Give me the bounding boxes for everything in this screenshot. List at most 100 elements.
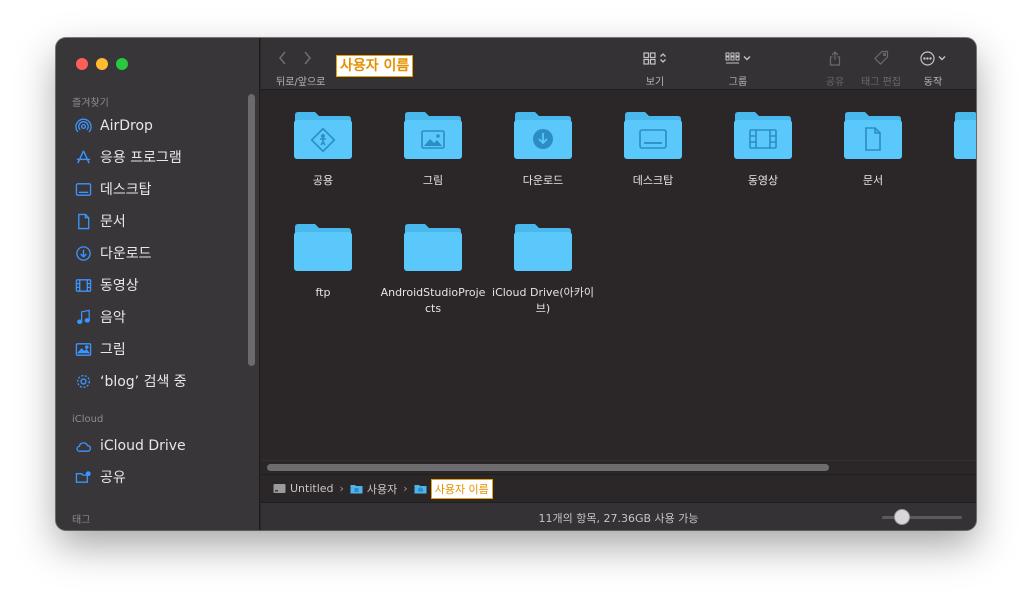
minimize-button[interactable] [96,58,108,70]
close-button[interactable] [76,58,88,70]
path-segment-home[interactable]: 사용자 이름 [414,478,493,499]
folder-item[interactable]: ftp [268,221,378,301]
sidebar-item-desktop[interactable]: 데스크탑 [74,177,246,201]
forward-button[interactable] [301,50,313,70]
cloud-icon [74,437,92,455]
document-folder-icon [844,112,902,159]
file-name: 문서 [862,174,884,187]
status-text: 11개의 항목, 27.36GB 사용 가능 [538,512,699,525]
path-separator: › [339,482,344,495]
tag-icon [874,50,889,65]
sidebar-item-label: 동영상 [100,278,139,294]
edit-tags-button[interactable]: 태그 편집 [857,48,905,88]
back-button[interactable] [277,50,289,70]
sidebar-item-label: 그림 [100,342,126,358]
folder-item[interactable]: 다운로드 [488,109,598,189]
tag-label: 태그 편집 [861,77,901,88]
window-title: 사용자 이름 [336,55,414,77]
sidebar-item-documents[interactable]: 문서 [74,209,246,233]
sidebar-scrollbar[interactable] [248,94,255,366]
desktop-folder-icon [624,112,682,159]
favorites-section-title: 즐겨찾기 [72,98,109,109]
horizontal-scrollbar[interactable] [261,460,976,474]
airdrop-icon [74,117,92,135]
path-segment-users[interactable]: 사용자 [350,481,397,497]
share-button[interactable]: 공유 [821,48,849,88]
group-icon [725,52,740,63]
folder-icon [294,224,352,271]
folder-item[interactable]: iCloud Drive(아카이브) [488,221,598,317]
sidebar-item-label: 문서 [100,214,126,230]
group-button[interactable]: 그룹 [719,48,757,88]
music-folder-icon [954,112,976,159]
icloud-section-title: iCloud [72,414,104,425]
sidebar-item-downloads[interactable]: 다운로드 [74,241,246,265]
view-label: 보기 [645,77,665,88]
sidebar-item-music[interactable]: 음악 [74,305,246,329]
sidebar-item-label: iCloud Drive [100,438,186,454]
shared-folder-icon [74,468,92,486]
file-name: 그림 [422,174,444,187]
folder-item[interactable]: 문서 [818,109,928,189]
sidebar-item-shared[interactable]: 공유 [74,465,246,489]
sidebar-item-label: 다운로드 [100,246,152,262]
path-separator: › [403,482,408,495]
sidebar-item-label: AirDrop [100,118,153,134]
file-name: iCloud Drive(아카이브) [492,286,594,315]
file-name: 다운로드 [522,174,564,187]
zoom-button[interactable] [116,58,128,70]
sidebar-item-smart-search[interactable]: ‘blog’ 검색 중 [74,369,246,393]
view-button[interactable]: 보기 [633,48,677,88]
file-name: 음 [928,173,976,189]
file-name: 공용 [312,174,334,187]
sidebar-item-movies[interactable]: 동영상 [74,273,246,297]
action-label: 동작 [923,77,943,88]
desktop-icon [74,180,92,198]
download-folder-icon [514,112,572,159]
home-folder-icon [414,485,427,494]
status-bar: 11개의 항목, 27.36GB 사용 가능 [261,502,976,530]
file-name: ftp [315,286,331,299]
folder-item[interactable]: AndroidStudioProjects [378,221,488,317]
download-icon [74,244,92,262]
file-name: 동영상 [747,174,779,187]
film-icon [74,276,92,294]
folder-item[interactable]: 음 [928,109,976,189]
picture-icon [74,340,92,358]
picture-folder-icon [404,112,462,159]
path-segment-volume[interactable]: Untitled [273,482,334,495]
chevron-down-icon [938,56,946,61]
icon-size-slider-thumb[interactable] [894,509,910,525]
group-label: 그룹 [728,77,748,88]
sidebar-item-label: 음악 [100,310,126,326]
scrollbar-thumb[interactable] [267,464,829,471]
sidebar-item-airdrop[interactable]: AirDrop [74,114,246,138]
sidebar-item-label: 공유 [100,470,126,486]
music-icon [74,308,92,326]
sidebar-item-applications[interactable]: 응용 프로그램 [74,145,246,169]
disk-icon [273,484,286,493]
folder-item[interactable]: 공용 [268,109,378,189]
action-button[interactable]: 동작 [916,48,950,88]
folder-item[interactable]: 동영상 [708,109,818,189]
chevron-right-icon [304,51,312,65]
folder-item[interactable]: 그림 [378,109,488,189]
file-name: AndroidStudioProjects [380,286,486,315]
finder-window: 즐겨찾기 AirDrop 응용 프로그램 데스크탑 문서 다운로드 동영상 음악… [56,38,976,530]
sidebar-item-label: 응용 프로그램 [100,150,182,166]
folder-item[interactable]: 데스크탑 [598,109,708,189]
chevron-down-icon [743,56,751,61]
file-grid: 공용 그림 다운로드 데스크탑 동영상 문서 ftp AndroidStudio… [261,91,976,458]
path-label-current: 사용자 이름 [430,478,493,499]
traffic-lights [76,58,128,70]
grid-icon [643,51,656,65]
sidebar-item-icloud-drive[interactable]: iCloud Drive [74,434,246,458]
tags-section-title: 태그 [72,515,91,526]
navigation-buttons [277,50,313,70]
file-name: 데스크탑 [632,174,674,187]
users-folder-icon [350,485,363,494]
sidebar: 즐겨찾기 AirDrop 응용 프로그램 데스크탑 문서 다운로드 동영상 음악… [56,38,260,530]
toolbar: 뒤로/앞으로 사용자 이름 보기 그룹 공유 태그 편집 동작 [261,38,976,90]
document-icon [74,212,92,230]
sidebar-item-pictures[interactable]: 그림 [74,337,246,361]
